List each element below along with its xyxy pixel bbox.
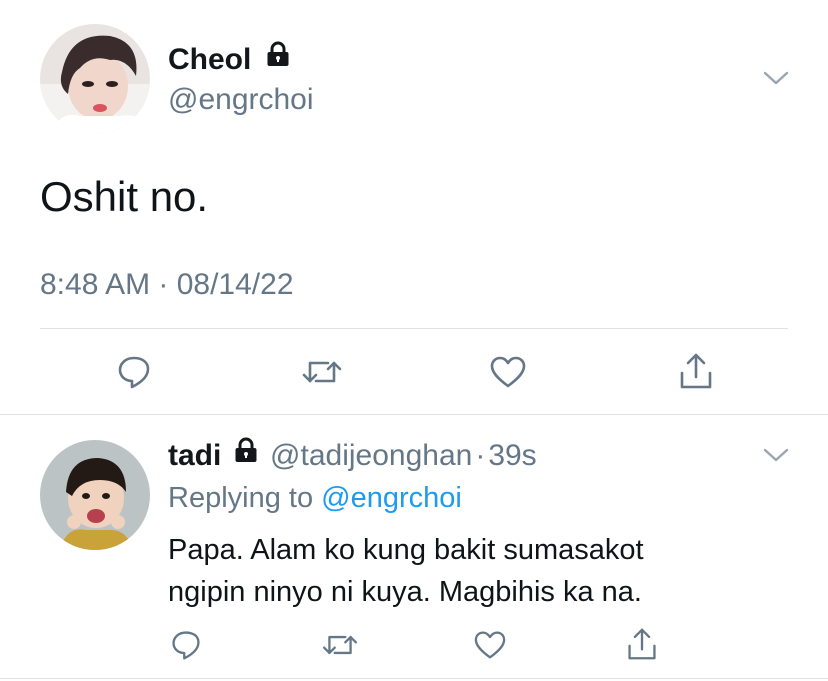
reply-share-button[interactable] — [622, 624, 662, 664]
thread-divider — [0, 414, 828, 415]
main-tweet-display-name[interactable]: Cheol — [168, 40, 290, 78]
main-tweet-text: Oshit no. — [40, 173, 209, 220]
reply-reply-button[interactable] — [166, 626, 206, 664]
reply-retweet-button[interactable] — [318, 626, 362, 664]
main-reply-button[interactable] — [112, 350, 156, 394]
share-icon — [628, 628, 656, 660]
reply-icon — [172, 631, 200, 660]
reply-header: tadi @tadijeonghan · 39s — [168, 436, 537, 474]
like-icon — [490, 356, 526, 388]
reply-more-button[interactable] — [758, 440, 794, 470]
reply-text-line2: ngipin ninyo ni kuya. Magbihis ka na. — [168, 576, 642, 608]
share-icon — [680, 353, 712, 389]
main-tweet-divider — [40, 328, 788, 329]
reply-like-button[interactable] — [470, 626, 510, 664]
main-tweet-handle[interactable]: @engrchoi — [168, 82, 314, 118]
reply-text-line1: Papa. Alam ko kung bakit sumasakot — [168, 534, 644, 566]
reply-age[interactable]: 39s — [488, 439, 536, 472]
reply-display-name[interactable]: tadi — [168, 439, 221, 472]
reply-icon — [118, 356, 150, 389]
reply-bottom-divider — [0, 678, 828, 679]
lock-icon — [266, 40, 290, 76]
retweet-icon — [322, 635, 358, 655]
main-tweet-avatar[interactable] — [40, 24, 150, 134]
replying-to-line: Replying to @engrchoi — [168, 480, 462, 516]
main-share-button[interactable] — [674, 348, 718, 394]
main-tweet-timestamp[interactable]: 8:48 AM · 08/14/22 — [40, 266, 294, 304]
lock-icon — [234, 436, 258, 472]
reply-avatar[interactable] — [40, 440, 150, 550]
main-tweet-more-button[interactable] — [758, 62, 794, 94]
retweet-icon — [302, 361, 342, 383]
reply-handle[interactable]: @tadijeonghan — [270, 439, 472, 472]
display-name-text[interactable]: Cheol — [168, 43, 251, 76]
main-retweet-button[interactable] — [298, 350, 346, 394]
like-icon — [474, 631, 506, 659]
replying-to-link[interactable]: @engrchoi — [321, 482, 462, 514]
main-like-button[interactable] — [486, 350, 530, 394]
reply-separator: · — [475, 439, 486, 472]
chevron-down-icon — [763, 448, 789, 462]
chevron-down-icon — [763, 71, 789, 85]
replying-to-prefix: Replying to — [168, 482, 314, 514]
